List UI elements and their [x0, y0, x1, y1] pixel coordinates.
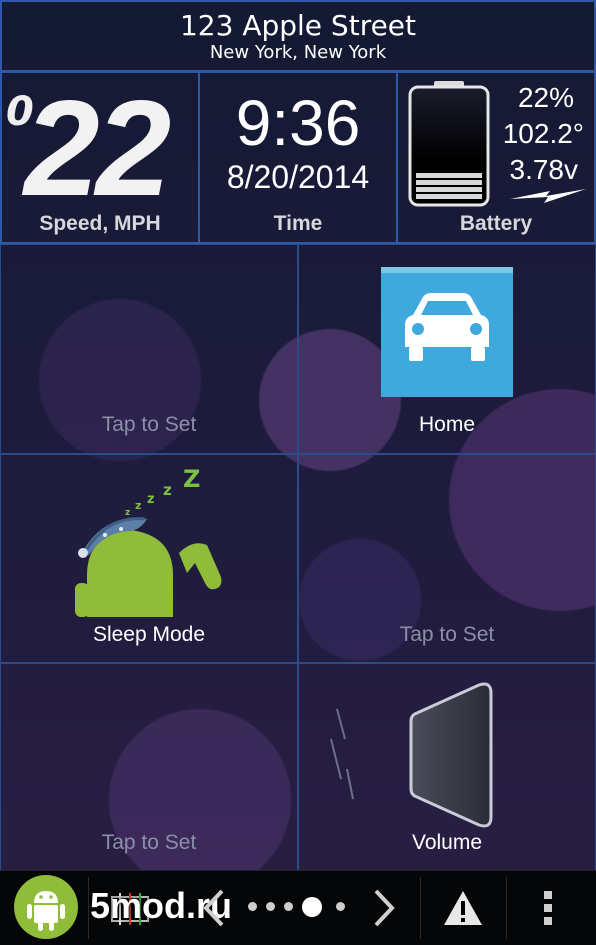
- time-panel[interactable]: 9:36 8/20/2014 Time: [198, 71, 398, 244]
- time-value: 9:36: [235, 87, 361, 159]
- overflow-menu-icon[interactable]: [540, 887, 556, 929]
- tile-label: Tap to Set: [399, 623, 495, 646]
- page-dot-1: [248, 902, 257, 911]
- sleeping-android-icon: Z z z z z: [75, 465, 222, 617]
- page-dot-2: [266, 902, 275, 911]
- svg-text:Z: Z: [183, 465, 200, 493]
- address-header: 123 Apple Street New York, New York: [0, 0, 596, 72]
- battery-panel[interactable]: 22% 102.2° 3.78v Battery: [396, 71, 596, 244]
- speed-value: 22: [24, 72, 171, 224]
- shortcut-tile-4[interactable]: Tap to Set: [298, 454, 596, 664]
- date-value: 8/20/2014: [226, 159, 370, 195]
- city-state: New York, New York: [209, 42, 387, 63]
- battery-icon: [408, 81, 490, 207]
- page-dot-5: [336, 902, 345, 911]
- shortcut-tile-volume[interactable]: Volume: [298, 662, 596, 872]
- shortcut-tile-sleep-mode[interactable]: Z z z z z Sleep Mode: [0, 454, 298, 664]
- battery-voltage: 3.78v: [509, 154, 579, 185]
- svg-text:z: z: [147, 492, 155, 507]
- page-dot-current: [302, 897, 322, 917]
- shortcut-tile-home[interactable]: Home: [298, 244, 596, 454]
- speed-panel[interactable]: 0 22 Speed, MPH: [0, 71, 200, 244]
- bottom-navigation-bar: 5mod.ru: [0, 870, 596, 945]
- street-address: 123 Apple Street: [179, 9, 417, 42]
- tile-label: Sleep Mode: [92, 623, 206, 646]
- svg-text:z: z: [135, 499, 141, 512]
- shortcut-tile-1[interactable]: Tap to Set: [0, 244, 298, 454]
- svg-text:z: z: [125, 508, 130, 518]
- svg-text:z: z: [163, 481, 172, 499]
- battery-percent: 22%: [517, 82, 574, 113]
- tile-label: Tap to Set: [101, 413, 197, 436]
- speed-label: Speed, MPH: [39, 212, 161, 235]
- time-label: Time: [273, 212, 323, 235]
- charging-bolt-icon: [510, 189, 586, 203]
- tile-label: Tap to Set: [101, 831, 197, 854]
- shortcut-tile-5[interactable]: Tap to Set: [0, 662, 298, 872]
- battery-label: Battery: [459, 212, 533, 235]
- page-dot-3: [284, 902, 293, 911]
- chevron-left-icon[interactable]: [200, 887, 226, 929]
- tile-label: Volume: [411, 831, 483, 854]
- android-icon[interactable]: [12, 873, 82, 941]
- car-icon: [381, 267, 513, 397]
- warning-icon[interactable]: [442, 889, 484, 927]
- speaker-icon: [330, 682, 493, 828]
- battery-temperature: 102.2°: [502, 118, 584, 149]
- chevron-right-icon[interactable]: [372, 887, 398, 929]
- tile-label: Home: [418, 413, 476, 436]
